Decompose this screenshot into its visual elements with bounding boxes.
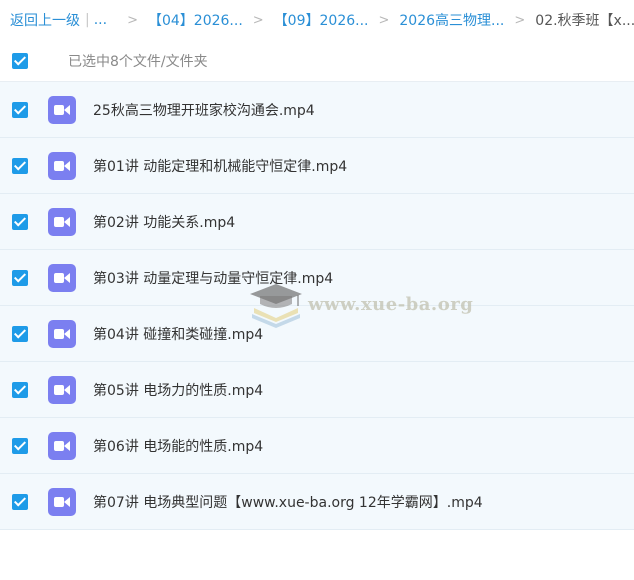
file-row[interactable]: 第04讲 碰撞和类碰撞.mp4 (0, 306, 634, 362)
file-row[interactable]: 第05讲 电场力的性质.mp4 (0, 362, 634, 418)
video-file-icon (48, 431, 76, 460)
breadcrumb-item-09[interactable]: 【09】2026... (274, 10, 369, 30)
breadcrumb: 返回上一级 | ... > 【04】2026... > 【09】2026... … (0, 0, 634, 40)
file-name[interactable]: 第01讲 动能定理和机械能守恒定律.mp4 (93, 156, 347, 176)
file-row[interactable]: 第07讲 电场典型问题【www.xue-ba.org 12年学霸网】.mp4 (0, 474, 634, 530)
breadcrumb-ellipsis[interactable]: ... (94, 12, 107, 28)
file-row[interactable]: 25秋高三物理开班家校沟通会.mp4 (0, 82, 634, 138)
video-file-icon (48, 263, 76, 292)
file-checkbox[interactable] (12, 437, 28, 454)
file-row[interactable]: 第03讲 动量定理与动量守恒定律.mp4 (0, 250, 634, 306)
breadcrumb-item-04[interactable]: 【04】2026... (148, 10, 243, 30)
back-link[interactable]: 返回上一级 (10, 10, 80, 30)
file-row[interactable]: 第01讲 动能定理和机械能守恒定律.mp4 (0, 138, 634, 194)
chevron-right-icon: > (252, 12, 264, 28)
breadcrumb-divider: | (85, 12, 90, 28)
breadcrumb-item-physics[interactable]: 2026高三物理... (399, 10, 504, 30)
file-row[interactable]: 第06讲 电场能的性质.mp4 (0, 418, 634, 474)
file-list: 25秋高三物理开班家校沟通会.mp4 第01讲 动能定理和机械能守恒定律.mp4… (0, 82, 634, 530)
video-file-icon (48, 319, 76, 348)
file-checkbox[interactable] (12, 101, 28, 118)
file-name[interactable]: 第06讲 电场能的性质.mp4 (93, 436, 263, 456)
chevron-right-icon: > (127, 12, 138, 28)
video-file-icon (48, 95, 76, 124)
video-file-icon (48, 207, 76, 236)
file-name[interactable]: 第02讲 功能关系.mp4 (93, 212, 235, 232)
file-checkbox[interactable] (12, 325, 28, 342)
chevron-right-icon: > (514, 12, 526, 28)
breadcrumb-current: 02.秋季班【x... (535, 13, 634, 29)
select-all-checkbox[interactable] (12, 52, 28, 69)
select-all-row: 已选中8个文件/文件夹 (0, 40, 634, 82)
file-checkbox[interactable] (12, 269, 28, 286)
file-checkbox[interactable] (12, 213, 28, 230)
file-checkbox[interactable] (12, 157, 28, 174)
file-name[interactable]: 第04讲 碰撞和类碰撞.mp4 (93, 324, 263, 344)
file-checkbox[interactable] (12, 381, 28, 398)
file-name[interactable]: 25秋高三物理开班家校沟通会.mp4 (93, 100, 315, 120)
selection-summary: 已选中8个文件/文件夹 (68, 53, 208, 70)
file-name[interactable]: 第03讲 动量定理与动量守恒定律.mp4 (93, 268, 333, 288)
file-name[interactable]: 第07讲 电场典型问题【www.xue-ba.org 12年学霸网】.mp4 (93, 492, 483, 512)
video-file-icon (48, 375, 76, 404)
chevron-right-icon: > (378, 12, 390, 28)
file-name[interactable]: 第05讲 电场力的性质.mp4 (93, 380, 263, 400)
file-checkbox[interactable] (12, 493, 28, 510)
video-file-icon (48, 487, 76, 516)
file-browser-page: 返回上一级 | ... > 【04】2026... > 【09】2026... … (0, 0, 634, 580)
file-row[interactable]: 第02讲 功能关系.mp4 (0, 194, 634, 250)
video-file-icon (48, 151, 76, 180)
